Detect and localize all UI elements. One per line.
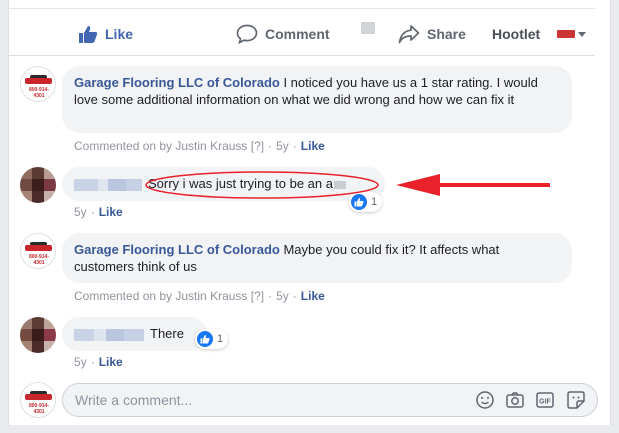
- user-avatar[interactable]: [20, 317, 56, 353]
- page-background: [8, 425, 611, 433]
- comment-meta: Commented on by Justin Krauss [?] · 5y · Lik…: [74, 139, 325, 153]
- hootlet-label: Hootlet: [492, 26, 541, 42]
- reaction-number: 1: [217, 333, 224, 345]
- comment-bubble: There: [62, 317, 207, 351]
- comment-like-link[interactable]: Like: [301, 139, 325, 153]
- composer-avatar: 800-914-4301: [20, 382, 56, 418]
- blurred-author-name: [94, 328, 106, 341]
- comment-time[interactable]: 5y: [74, 205, 87, 219]
- comment-time[interactable]: 5y: [276, 289, 289, 303]
- blurred-author-name: [98, 178, 108, 191]
- like-label: Like: [105, 26, 134, 42]
- comment-like-link[interactable]: Like: [99, 205, 123, 219]
- comment-meta: Commented on by Justin Krauss [?] · 5y · Lik…: [74, 289, 325, 303]
- divider: [8, 8, 595, 9]
- comment-author[interactable]: Garage Flooring LLC of Colorado: [74, 75, 280, 90]
- comment-like-link[interactable]: Like: [99, 355, 123, 369]
- emoji-icon[interactable]: [475, 390, 495, 410]
- ghost-icon: [361, 22, 375, 34]
- comment-meta: 5y · Like: [74, 355, 123, 369]
- page-avatar[interactable]: 800-914-4301: [20, 66, 56, 102]
- comment-meta: 5y · Like: [74, 205, 123, 219]
- camera-icon[interactable]: [505, 390, 525, 410]
- comment-button[interactable]: Comment: [236, 18, 330, 50]
- like-button[interactable]: Like: [78, 18, 133, 50]
- gif-icon[interactable]: GIF: [535, 390, 555, 410]
- user-avatar[interactable]: [20, 167, 56, 203]
- reaction-count[interactable]: 1: [195, 329, 229, 349]
- comment-bubble: Garage Flooring LLC of Colorado I notice…: [62, 66, 572, 133]
- annotation-arrow-head: [396, 174, 440, 196]
- blurred-author-name: [124, 328, 144, 341]
- comment-text: There: [150, 326, 184, 341]
- annotation-ellipse: [145, 171, 379, 199]
- comment-label: Comment: [265, 26, 330, 42]
- comment-input-placeholder: Write a comment...: [75, 392, 193, 408]
- svg-text:GIF: GIF: [539, 399, 551, 406]
- commented-by: Commented on by Justin Krauss [?]: [74, 139, 265, 153]
- comment-author[interactable]: Garage Flooring LLC of Colorado: [74, 242, 280, 257]
- thumbs-up-icon: [79, 26, 98, 43]
- share-button[interactable]: Share: [398, 18, 466, 50]
- commented-by: Commented on by Justin Krauss [?]: [74, 289, 265, 303]
- page-avatar[interactable]: 800-914-4301: [20, 233, 56, 269]
- post-action-bar: Like Comment Share Hootlet: [8, 14, 595, 54]
- logo-text: 800-914-4301: [28, 254, 49, 266]
- comment-bubble: Garage Flooring LLC of Colorado Maybe yo…: [62, 233, 572, 283]
- comment-icon: [236, 24, 258, 44]
- comment-like-link[interactable]: Like: [301, 289, 325, 303]
- blurred-author-name: [106, 328, 124, 341]
- blurred-author-name: [74, 178, 98, 191]
- annotation-overlay: [145, 171, 550, 199]
- hootlet-logo-icon[interactable]: [557, 30, 575, 38]
- blurred-author-name: [74, 328, 94, 341]
- hootlet-button[interactable]: Hootlet: [492, 18, 540, 50]
- blurred-author-name: [108, 178, 126, 191]
- comment-time[interactable]: 5y: [74, 355, 87, 369]
- divider: [8, 55, 595, 56]
- logo-text: 800-914-4301: [28, 403, 49, 415]
- sticker-icon[interactable]: [566, 390, 586, 410]
- logo-text: 800-914-4301: [28, 87, 49, 99]
- comment-time[interactable]: 5y: [276, 139, 289, 153]
- thumbs-up-icon: [197, 331, 213, 347]
- share-icon: [398, 25, 420, 44]
- share-label: Share: [427, 26, 466, 42]
- chevron-down-icon[interactable]: [578, 32, 586, 37]
